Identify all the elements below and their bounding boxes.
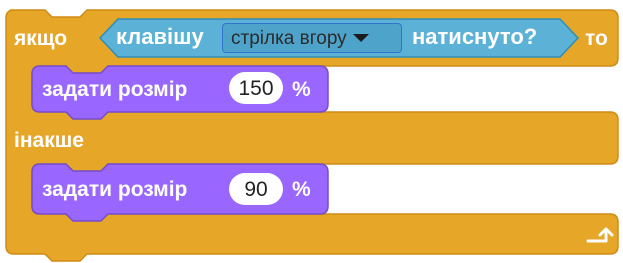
set-size-label-then: задати розмір: [42, 78, 188, 101]
key-dropdown-value: стрілка вгору: [231, 27, 347, 49]
set-size-label-else: задати розмір: [42, 178, 188, 201]
else-label: інакше: [14, 129, 84, 152]
percent-label-then: %: [292, 78, 311, 101]
then-label: то: [585, 27, 608, 50]
if-label: якщо: [14, 27, 68, 50]
size-input-else[interactable]: 90: [229, 173, 283, 205]
key-label: клавішу: [116, 24, 204, 49]
pressed-label: натиснуто?: [412, 24, 538, 49]
percent-label-else: %: [292, 178, 311, 201]
script-canvas: якщо клавішу стрілка вгору натиснуто? то…: [0, 0, 623, 263]
key-dropdown[interactable]: стрілка вгору: [222, 23, 402, 53]
size-input-then[interactable]: 150: [229, 72, 283, 104]
chevron-down-icon: [352, 34, 369, 42]
